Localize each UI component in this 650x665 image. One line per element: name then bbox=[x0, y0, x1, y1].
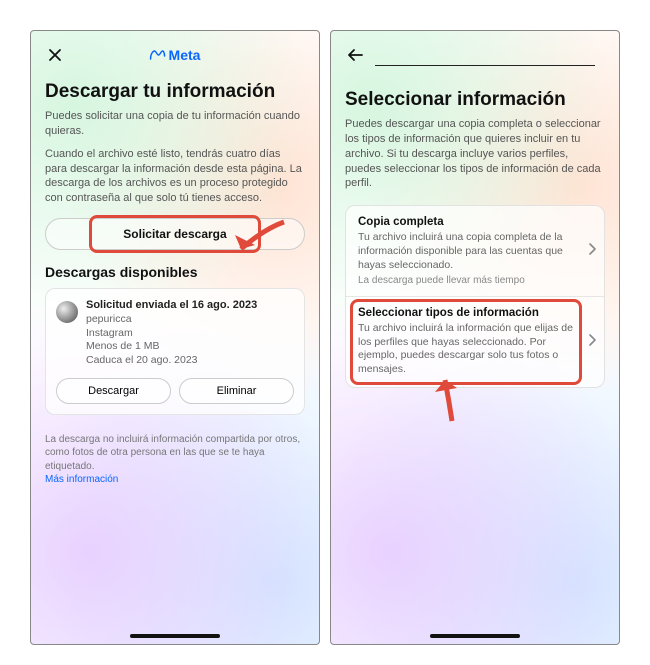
back-icon[interactable] bbox=[345, 45, 365, 65]
option-title: Seleccionar tipos de información bbox=[358, 307, 582, 319]
home-indicator bbox=[130, 634, 220, 638]
chevron-right-icon bbox=[588, 242, 596, 260]
option-desc: Tu archivo incluirá una copia completa d… bbox=[358, 231, 582, 272]
intro-paragraph: Puedes descargar una copia completa o se… bbox=[345, 117, 605, 191]
intro-paragraph-2: Cuando el archivo esté listo, tendrás cu… bbox=[45, 147, 305, 206]
option-desc: Tu archivo incluirá la información que e… bbox=[358, 322, 582, 377]
avatar bbox=[56, 301, 78, 323]
download-request-title: Solicitud enviada el 16 ago. 2023 bbox=[86, 299, 294, 311]
phone-right: Seleccionar información Puedes descargar… bbox=[330, 30, 620, 645]
request-download-button[interactable]: Solicitar descarga bbox=[45, 218, 305, 250]
delete-button[interactable]: Eliminar bbox=[179, 378, 294, 404]
footnote-text: La descarga no incluirá información comp… bbox=[45, 434, 300, 472]
brand-logo: Meta bbox=[150, 47, 201, 63]
option-note: La descarga puede llevar más tiempo bbox=[358, 275, 582, 286]
topbar bbox=[345, 43, 605, 67]
page-title: Descargar tu información bbox=[45, 81, 305, 103]
available-downloads-header: Descargas disponibles bbox=[45, 264, 305, 280]
chevron-right-icon bbox=[588, 333, 596, 351]
intro-paragraph-1: Puedes solicitar una copia de tu informa… bbox=[45, 109, 305, 139]
download-button[interactable]: Descargar bbox=[56, 378, 171, 404]
download-size: Menos de 1 MB bbox=[86, 340, 294, 354]
option-full-copy[interactable]: Copia completa Tu archivo incluirá una c… bbox=[346, 206, 604, 296]
download-user: pepuricca bbox=[86, 313, 294, 327]
topbar: Meta bbox=[45, 43, 305, 67]
meta-logo-icon bbox=[150, 49, 166, 61]
header-divider bbox=[375, 65, 595, 66]
download-expires: Caduca el 20 ago. 2023 bbox=[86, 354, 294, 368]
close-icon[interactable] bbox=[45, 45, 65, 65]
options-list: Copia completa Tu archivo incluirá una c… bbox=[345, 205, 605, 387]
phone-left: Meta Descargar tu información Puedes sol… bbox=[30, 30, 320, 645]
footnote: La descarga no incluirá información comp… bbox=[45, 433, 305, 487]
home-indicator bbox=[430, 634, 520, 638]
download-card: Solicitud enviada el 16 ago. 2023 pepuri… bbox=[45, 288, 305, 415]
option-select-types[interactable]: Seleccionar tipos de información Tu arch… bbox=[346, 296, 604, 387]
download-source: Instagram bbox=[86, 327, 294, 341]
option-title: Copia completa bbox=[358, 216, 582, 228]
page-title: Seleccionar información bbox=[345, 89, 605, 111]
more-info-link[interactable]: Más información bbox=[45, 474, 118, 485]
brand-text: Meta bbox=[169, 47, 201, 63]
